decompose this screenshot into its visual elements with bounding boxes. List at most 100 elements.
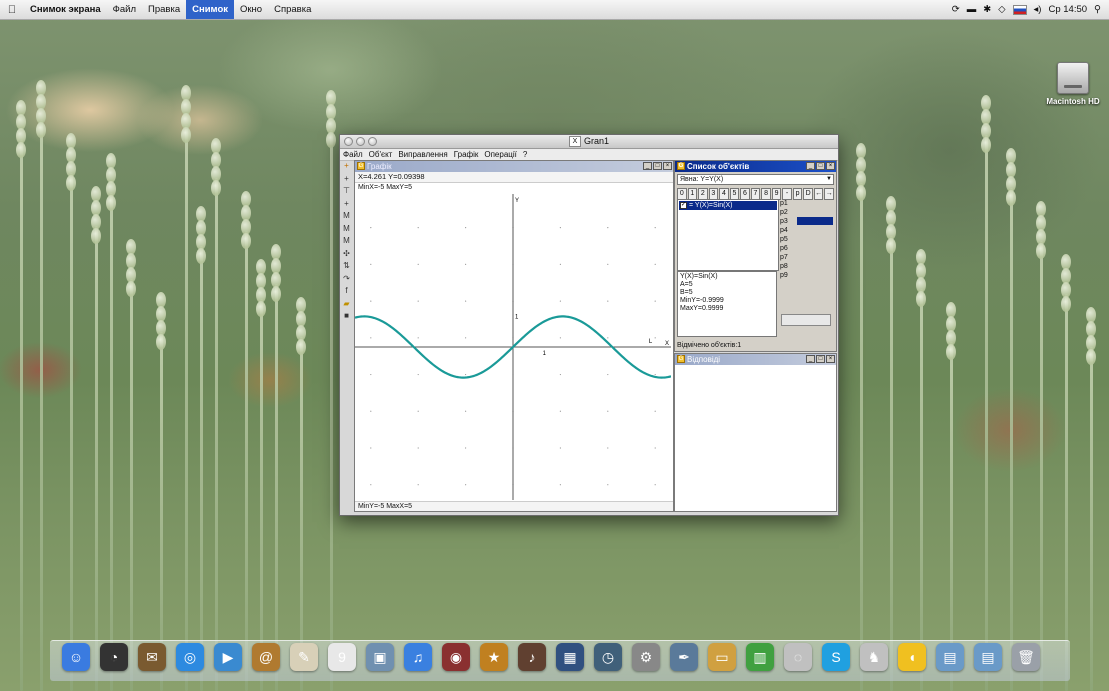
adium-icon[interactable]: ◖ xyxy=(898,643,926,671)
grid-dot xyxy=(465,227,467,229)
ical-icon[interactable]: 9 xyxy=(328,643,356,671)
function-tool-icon[interactable]: f xyxy=(341,285,352,296)
menu-edit[interactable]: Правка xyxy=(142,0,186,19)
x-tick-label: 1 xyxy=(543,351,547,357)
menu-help[interactable]: Справка xyxy=(268,0,317,19)
zoom-out-tool-icon[interactable]: M xyxy=(341,235,352,246)
app-menu-correction[interactable]: Виправлення xyxy=(398,149,447,160)
parameter-field[interactable] xyxy=(781,314,831,326)
sync-icon[interactable]: ⟳ xyxy=(952,4,960,15)
parameter-item-p4[interactable]: p4 xyxy=(779,226,797,235)
spaces-icon[interactable]: ▦ xyxy=(556,643,584,671)
parameter-item-p9[interactable]: p9 xyxy=(779,271,797,280)
response-window-titlebar[interactable]: G Відповіді _ □ × xyxy=(675,354,836,365)
minimize-icon[interactable]: _ xyxy=(643,162,652,170)
parameter-item-p1[interactable]: p1 xyxy=(779,199,797,208)
spotlight-search-icon[interactable]: ⚲ xyxy=(1094,4,1101,15)
input-source-flag-icon[interactable] xyxy=(1012,4,1027,15)
address-book-icon[interactable]: @ xyxy=(252,643,280,671)
menu-clock[interactable]: Ср 14:50 xyxy=(1048,4,1087,15)
numbers-icon[interactable]: ▥ xyxy=(746,643,774,671)
digit-button-12[interactable]: D xyxy=(803,188,813,200)
app-menu-file[interactable]: Файл xyxy=(343,149,363,160)
skype-icon[interactable]: S xyxy=(822,643,850,671)
graph-window-titlebar[interactable]: G Графік _ □ × xyxy=(355,161,673,172)
minimize-icon[interactable]: _ xyxy=(806,162,815,170)
keynote-icon[interactable]: ▭ xyxy=(708,643,736,671)
digit-button-13[interactable]: ← xyxy=(813,188,824,200)
zoom-in-tool-icon[interactable]: M xyxy=(341,223,352,234)
menu-app-name[interactable]: Снимок экрана xyxy=(24,0,107,19)
dashboard-icon[interactable]: ◔ xyxy=(100,643,128,671)
app-menu-operations[interactable]: Операції xyxy=(484,149,516,160)
parameter-item-p8[interactable]: p8 xyxy=(779,262,797,271)
wifi-icon[interactable]: ◇ xyxy=(998,4,1005,15)
scale-tool-icon[interactable]: ⇅ xyxy=(341,260,352,271)
documents-folder-icon[interactable]: ▤ xyxy=(936,643,964,671)
itunes-icon[interactable]: ♫ xyxy=(404,643,432,671)
chess-icon[interactable]: ♞ xyxy=(860,643,888,671)
bluetooth-icon[interactable]: ✱ xyxy=(983,4,991,15)
garageband-icon[interactable]: ♪ xyxy=(518,643,546,671)
mail-stamp-icon[interactable]: ✉ xyxy=(138,643,166,671)
close-icon[interactable]: × xyxy=(826,355,835,363)
objects-list[interactable]: ✓ = Y(X)=Sin(X) xyxy=(677,199,779,271)
cursor-tool-icon[interactable]: + xyxy=(341,173,352,184)
trash-icon[interactable]: 🗑 xyxy=(1012,643,1040,671)
list-item[interactable]: ✓ = Y(X)=Sin(X) xyxy=(679,201,777,210)
finder-icon[interactable]: ☺ xyxy=(62,643,90,671)
minimize-icon[interactable]: _ xyxy=(806,355,815,363)
window-titlebar[interactable]: X Gran1 xyxy=(340,135,838,149)
maximize-icon[interactable]: □ xyxy=(816,355,825,363)
move-tool-icon[interactable]: ✣ xyxy=(341,248,352,259)
safari-icon[interactable]: ◎ xyxy=(176,643,204,671)
textedit-icon[interactable]: ✎ xyxy=(290,643,318,671)
crosshair-tool-icon[interactable]: + xyxy=(341,160,352,171)
script-editor-icon[interactable]: ✒ xyxy=(670,643,698,671)
list-item-label: = Y(X)=Sin(X) xyxy=(689,202,733,209)
function-type-select[interactable]: Явна: Y=Y(X) xyxy=(677,174,834,185)
parameter-item-p7[interactable]: p7 xyxy=(779,253,797,262)
app-menu-graph[interactable]: Графік xyxy=(454,149,479,160)
parameter-item-p3[interactable]: p3 xyxy=(779,217,797,226)
menu-file[interactable]: Файл xyxy=(107,0,142,19)
save-disk-icon[interactable]: ■ xyxy=(341,310,352,321)
axis-tool-icon[interactable]: + xyxy=(341,198,352,209)
parameter-item-p6[interactable]: p6 xyxy=(779,244,797,253)
zoom-m-tool-icon[interactable]: M xyxy=(341,210,352,221)
parameter-item-p5[interactable]: p5 xyxy=(779,235,797,244)
grid-dot xyxy=(607,337,609,339)
checkbox-icon[interactable]: ✓ xyxy=(680,202,687,209)
point-tool-icon[interactable]: ⊤ xyxy=(341,185,352,196)
shift-tool-icon[interactable]: ↷ xyxy=(341,273,352,284)
menu-capture[interactable]: Снимок xyxy=(186,0,235,19)
disk-utility-icon[interactable]: ◌ xyxy=(784,643,812,671)
maximize-icon[interactable]: □ xyxy=(816,162,825,170)
app-menu-help[interactable]: ? xyxy=(523,149,527,160)
imovie-icon[interactable]: ★ xyxy=(480,643,508,671)
battery-icon[interactable]: ▬ xyxy=(967,4,977,15)
maximize-icon[interactable]: □ xyxy=(653,162,662,170)
parameter-item-p2[interactable]: p2 xyxy=(779,208,797,217)
facetime-icon[interactable]: ▶ xyxy=(214,643,242,671)
selected-parameter-highlight xyxy=(797,217,833,225)
close-icon[interactable]: × xyxy=(826,162,835,170)
objects-window-titlebar[interactable]: G Список об'єктів _ □ × xyxy=(675,161,836,172)
preview-icon[interactable]: ▣ xyxy=(366,643,394,671)
downloads-folder-icon[interactable]: ▤ xyxy=(974,643,1002,671)
photo-booth-icon[interactable]: ◉ xyxy=(442,643,470,671)
digit-button-14[interactable]: → xyxy=(824,188,834,200)
grid-dot xyxy=(417,373,419,376)
menu-window[interactable]: Окно xyxy=(234,0,268,19)
grid-dot xyxy=(607,484,609,486)
desktop-drive-icon[interactable]: Macintosh HD xyxy=(1043,62,1103,106)
time-machine-icon[interactable]: ◷ xyxy=(594,643,622,671)
grid-dot xyxy=(607,410,609,412)
app-menu-object[interactable]: Об'єкт xyxy=(369,149,393,160)
apple-menu-icon[interactable]:  xyxy=(0,4,24,16)
close-icon[interactable]: × xyxy=(663,162,672,170)
volume-icon[interactable]: ◂) xyxy=(1034,4,1042,15)
open-folder-icon[interactable]: ▰ xyxy=(341,298,352,309)
function-plot[interactable]: X Y 1 1 L xyxy=(355,194,671,500)
system-preferences-icon[interactable]: ⚙ xyxy=(632,643,660,671)
